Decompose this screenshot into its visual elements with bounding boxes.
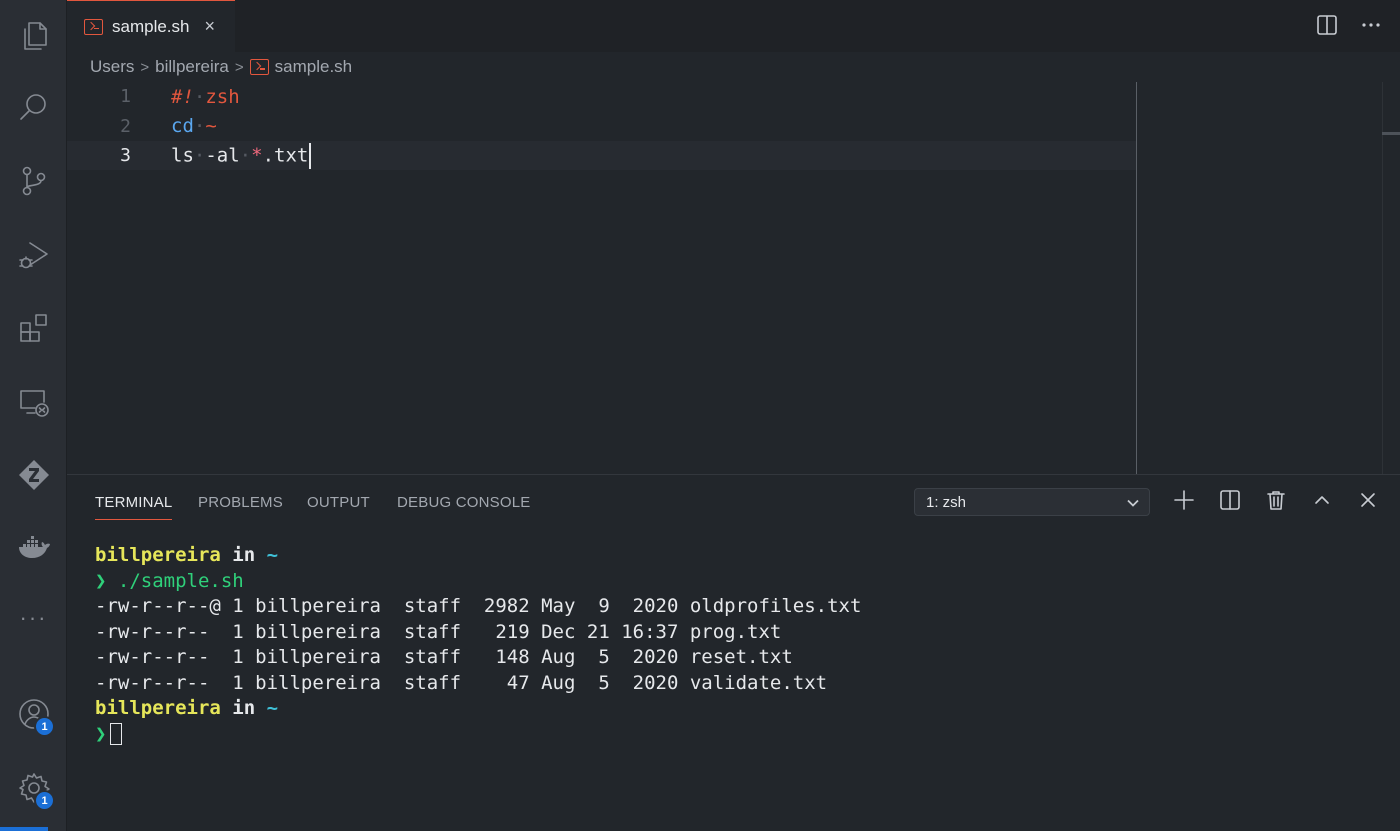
new-terminal-icon[interactable] (1173, 489, 1195, 511)
run-debug-icon[interactable] (0, 227, 67, 283)
bottom-panel: TERMINAL PROBLEMS OUTPUT DEBUG CONSOLE 1… (67, 474, 1400, 831)
terminal-dir: ~ (266, 544, 279, 566)
editor-ruler (1136, 82, 1137, 474)
tab-terminal[interactable]: TERMINAL (95, 494, 173, 520)
prompt-chevron-icon: ❯ (95, 722, 107, 745)
code-token: .txt (262, 144, 309, 166)
scroll-indicator (1382, 132, 1400, 135)
terminal-output-line: -rw-r--r-- 1 billpereira staff 219 Dec 2… (95, 620, 782, 643)
breadcrumb-users[interactable]: Users (90, 57, 134, 77)
extensions-icon[interactable] (0, 300, 67, 356)
code-text: #!·zsh (171, 86, 240, 108)
whitespace-marker: · (193, 144, 206, 166)
terminal-command-line: ❯ ./sample.sh (95, 569, 861, 595)
close-icon[interactable]: × (204, 16, 215, 37)
chevron-down-icon (1127, 499, 1139, 507)
terminal-prompt-header: billpereira in ~ (95, 696, 861, 722)
terminal-command: ./sample.sh (117, 569, 244, 592)
docker-icon[interactable] (0, 520, 67, 576)
tab-problems[interactable]: PROBLEMS (198, 494, 283, 520)
breadcrumb-file[interactable]: sample.sh (275, 57, 352, 77)
code-token: cd (171, 115, 194, 137)
split-editor-icon[interactable] (1316, 14, 1338, 36)
source-control-icon[interactable] (0, 153, 67, 209)
line-number: 2 (120, 115, 131, 137)
code-editor[interactable]: 1 #!·zsh 2 cd·~ 3 ls·-al·*.txt (67, 82, 1400, 474)
terminal-select-value: 1: zsh (926, 493, 967, 511)
terminal-in: in (232, 544, 256, 566)
terminal-dir: ~ (266, 697, 279, 719)
line-number: 1 (120, 86, 131, 107)
terminal-output-line: -rw-r--r-- 1 billpereira staff 47 Aug 5 … (95, 671, 828, 694)
split-terminal-icon[interactable] (1219, 489, 1241, 511)
breadcrumb-billpereira[interactable]: billpereira (155, 57, 229, 77)
terminal-output-line: -rw-r--r-- 1 billpereira staff 148 Aug 5… (95, 646, 793, 668)
breadcrumb: Users > billpereira > sample.sh (90, 55, 352, 79)
tab-label: sample.sh (112, 16, 190, 36)
tab-sample-sh[interactable]: sample.sh × (67, 0, 235, 52)
terminal-user: billpereira (95, 697, 221, 719)
code-token: -al (205, 144, 240, 166)
remote-explorer-icon[interactable] (0, 374, 67, 430)
terminal-select[interactable]: 1: zsh (914, 488, 1150, 516)
code-line[interactable]: 2 cd·~ (67, 112, 1137, 141)
settings-badge: 1 (34, 790, 55, 811)
chevron-right-icon: > (234, 58, 244, 76)
more-actions-icon[interactable] (1360, 14, 1382, 36)
explorer-icon[interactable] (0, 8, 67, 64)
code-token: #! (171, 85, 194, 108)
close-panel-icon[interactable] (1357, 489, 1379, 511)
terminal-output-line: -rw-r--r--@ 1 billpereira staff 2982 May… (95, 595, 862, 617)
editor-scrollbar[interactable] (1382, 82, 1400, 474)
whitespace-marker: · (193, 115, 206, 137)
terminal-user: billpereira (95, 544, 221, 566)
tab-bar: sample.sh × (67, 0, 1400, 52)
code-line[interactable]: 1 #!·zsh (67, 82, 1137, 111)
whitespace-marker: · (193, 85, 206, 108)
trash-icon[interactable] (1265, 489, 1287, 511)
code-token: zsh (205, 85, 240, 108)
code-line[interactable]: 3 ls·-al·*.txt (67, 141, 1137, 170)
chevron-up-icon[interactable] (1311, 489, 1333, 511)
tab-debug-console[interactable]: DEBUG CONSOLE (397, 494, 530, 520)
settings-gear-icon[interactable]: 1 (0, 760, 67, 816)
code-token: ~ (205, 115, 217, 137)
tab-output[interactable]: OUTPUT (307, 494, 370, 520)
accounts-icon[interactable]: 1 (0, 686, 67, 742)
terminal-in: in (232, 697, 256, 719)
more-icon[interactable]: ··· (0, 590, 67, 646)
terminal-cursor (110, 723, 123, 745)
terminal-input-line: ❯ (95, 722, 861, 748)
code-text: ls·-al·*.txt (171, 142, 312, 169)
activity-bar: ··· 1 1 (0, 0, 67, 831)
text-cursor (309, 142, 312, 169)
accounts-badge: 1 (34, 716, 55, 737)
code-token: * (251, 144, 263, 166)
search-icon[interactable] (0, 80, 67, 136)
code-token: ls (171, 144, 194, 166)
shell-file-icon (249, 59, 269, 75)
terminal-prompt-header: billpereira in ~ (95, 543, 861, 569)
code-text: cd·~ (171, 115, 217, 137)
line-number: 3 (120, 145, 131, 166)
chevron-right-icon: > (140, 58, 150, 76)
whitespace-marker: · (239, 144, 252, 166)
zip-extension-icon[interactable] (0, 447, 67, 503)
prompt-chevron-icon: ❯ (95, 569, 107, 592)
status-indicator (0, 827, 48, 831)
shell-file-icon (84, 18, 103, 35)
terminal-output[interactable]: billpereira in ~ ❯ ./sample.sh -rw-r--r--@… (95, 543, 861, 747)
